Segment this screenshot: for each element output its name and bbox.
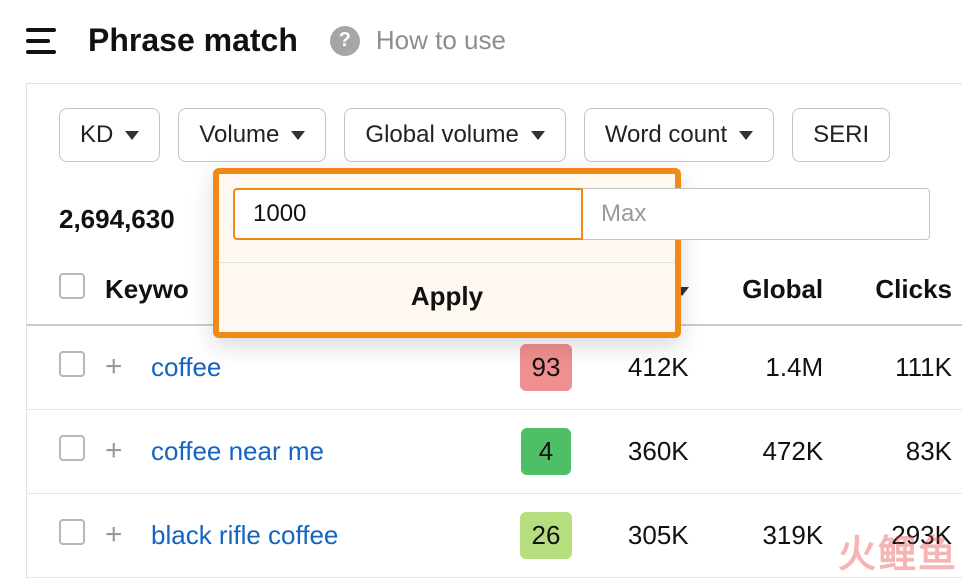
row-checkbox[interactable]	[59, 351, 85, 377]
expand-icon[interactable]: +	[105, 356, 131, 382]
cell-global: 472K	[699, 410, 834, 494]
filter-bar: KD Volume Global volume Word count SERI	[27, 84, 962, 162]
kd-badge: 4	[521, 428, 571, 475]
col-clicks[interactable]: Clicks	[833, 259, 962, 325]
filter-word-count-label: Word count	[605, 121, 727, 149]
page-title: Phrase match	[88, 22, 298, 59]
volume-max-input[interactable]	[583, 188, 930, 240]
cell-volume: 360K	[591, 410, 699, 494]
filter-kd[interactable]: KD	[59, 108, 160, 162]
volume-min-input[interactable]	[233, 188, 583, 240]
apply-button[interactable]: Apply	[219, 262, 675, 332]
how-to-use-link[interactable]: How to use	[376, 25, 506, 56]
chevron-down-icon	[291, 131, 305, 140]
keyword-link[interactable]: coffee	[151, 352, 221, 382]
kd-badge: 93	[520, 344, 573, 391]
cell-volume: 305K	[591, 494, 699, 578]
chevron-down-icon	[739, 131, 753, 140]
keyword-link[interactable]: coffee near me	[151, 436, 324, 466]
filter-volume-label: Volume	[199, 121, 279, 149]
chevron-down-icon	[531, 131, 545, 140]
keyword-link[interactable]: black rifle coffee	[151, 520, 338, 550]
chevron-down-icon	[125, 131, 139, 140]
expand-icon[interactable]: +	[105, 440, 131, 466]
filter-kd-label: KD	[80, 121, 113, 149]
kd-badge: 26	[520, 512, 573, 559]
row-checkbox[interactable]	[59, 519, 85, 545]
filter-global-volume-label: Global volume	[365, 121, 518, 149]
filter-word-count[interactable]: Word count	[584, 108, 774, 162]
filter-volume[interactable]: Volume	[178, 108, 326, 162]
expand-icon[interactable]: +	[105, 524, 131, 550]
col-global[interactable]: Global	[699, 259, 834, 325]
cell-clicks: 111K	[833, 325, 962, 410]
row-checkbox[interactable]	[59, 435, 85, 461]
filter-serp-label: SERI	[813, 121, 869, 149]
menu-icon[interactable]	[26, 28, 56, 54]
filter-global-volume[interactable]: Global volume	[344, 108, 565, 162]
cell-global: 319K	[699, 494, 834, 578]
table-row: + black rifle coffee 26 305K319K293K	[27, 494, 962, 578]
table-row: + coffee near me 4 360K472K83K	[27, 410, 962, 494]
filter-serp[interactable]: SERI	[792, 108, 890, 162]
cell-clicks: 83K	[833, 410, 962, 494]
cell-global: 1.4M	[699, 325, 834, 410]
cell-clicks: 293K	[833, 494, 962, 578]
help-icon[interactable]: ?	[330, 26, 360, 56]
volume-filter-popover: Apply	[213, 168, 681, 338]
select-all-checkbox[interactable]	[59, 273, 85, 299]
